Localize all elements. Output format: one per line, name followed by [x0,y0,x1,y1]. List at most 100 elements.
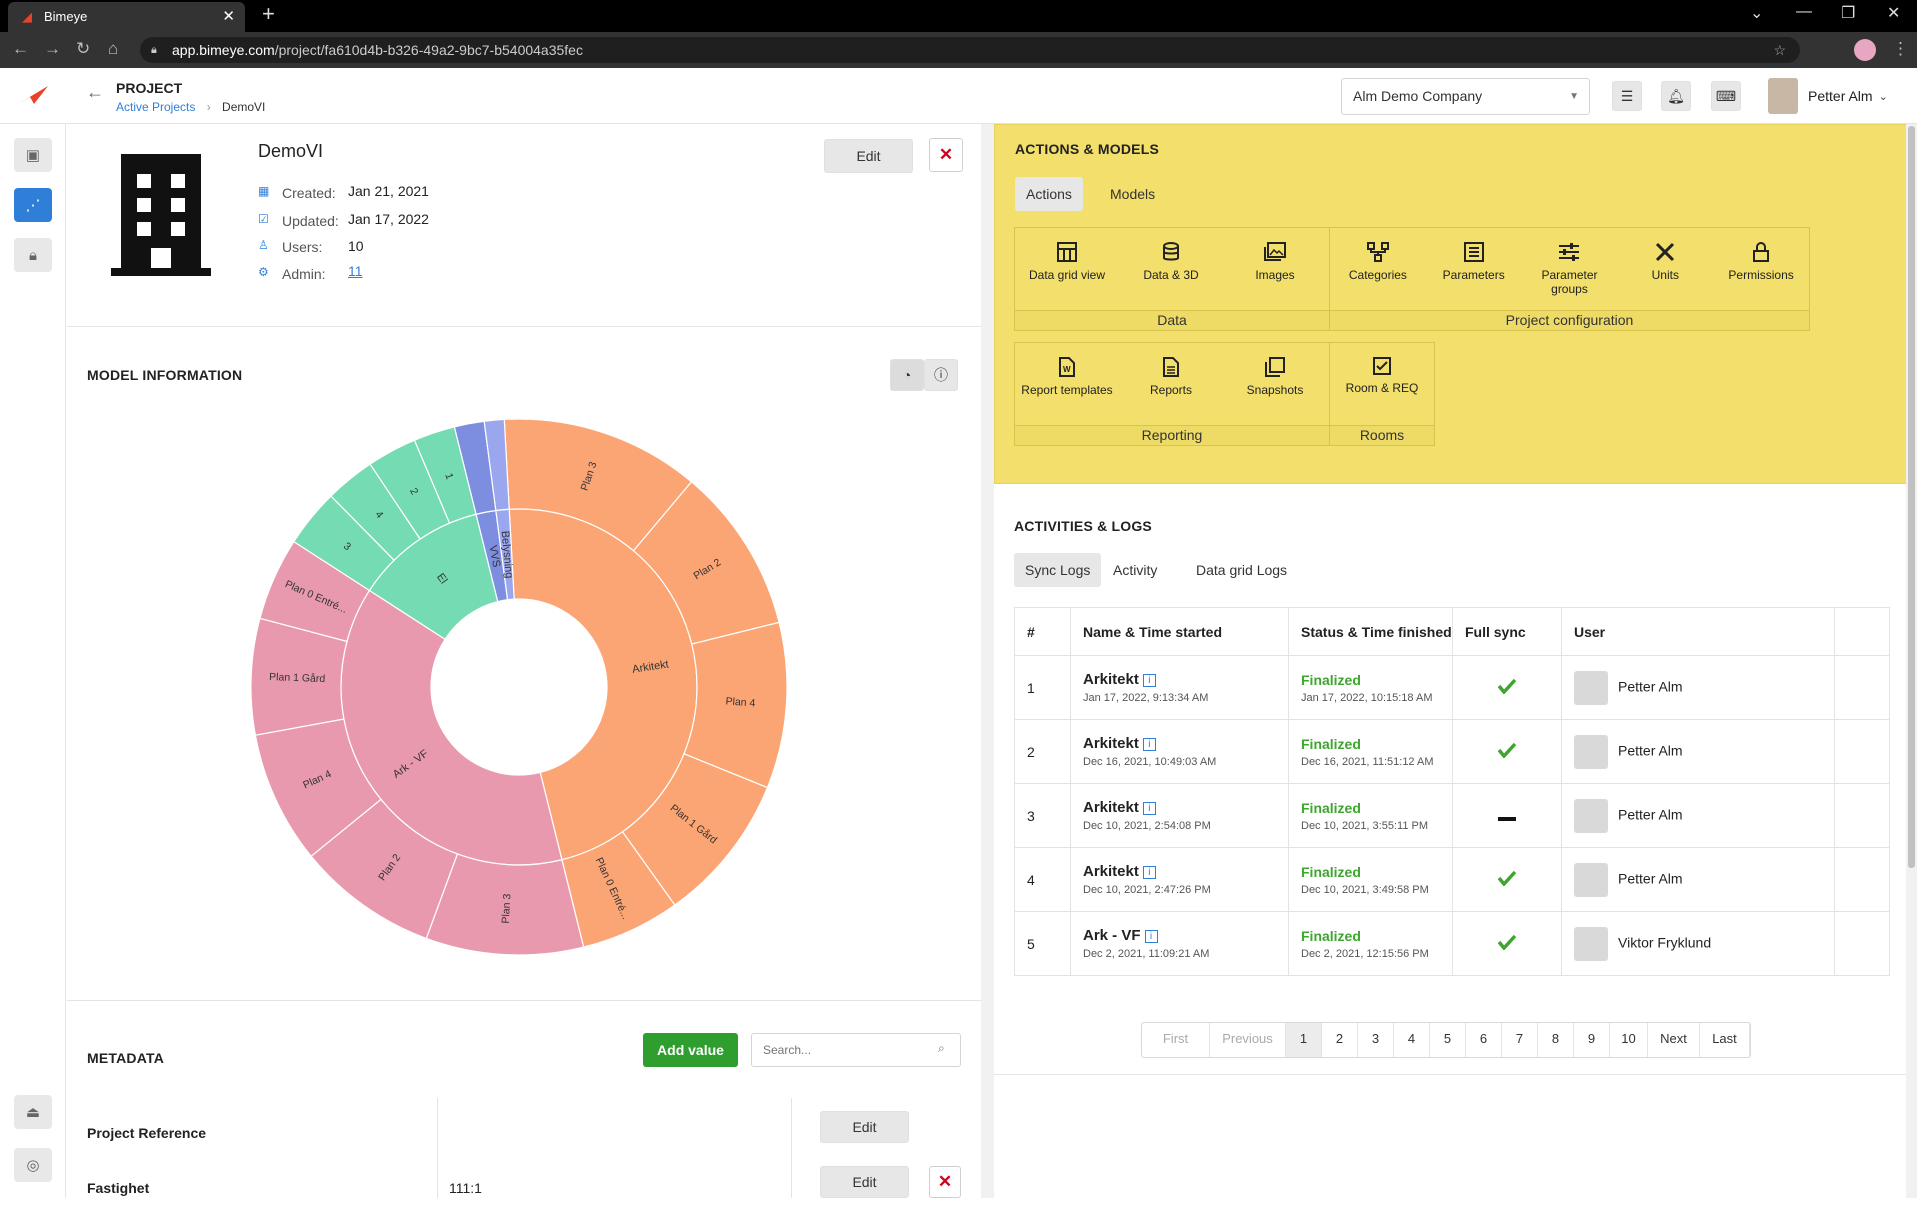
info-icon[interactable]: i [1144,930,1158,943]
new-tab-icon[interactable]: + [262,1,275,27]
info-view-button[interactable]: ⓘ [924,359,958,391]
categories-button[interactable]: Categories [1330,228,1426,310]
page-button[interactable]: Next [1648,1023,1700,1057]
page-button[interactable]: 4 [1394,1023,1430,1057]
info-icon[interactable]: i [1142,674,1156,687]
scrollbar-thumb[interactable] [1908,126,1915,868]
tab-search-icon[interactable]: ⌄ [1750,3,1763,23]
info-icon[interactable]: i [1142,866,1156,879]
parameters-button[interactable]: Parameters [1426,228,1522,310]
info-icon[interactable]: i [1142,738,1156,751]
company-select[interactable]: Alm Demo Company ▼ [1341,78,1590,115]
tab-actions[interactable]: Actions [1015,177,1083,211]
tab-sync-logs[interactable]: Sync Logs [1014,553,1102,587]
group-label: Rooms [1330,425,1434,445]
tab-activity[interactable]: Activity [1102,553,1168,587]
table-row[interactable]: 3 Arkitekt i Dec 10, 2021, 2:54:08 PM Finali… [1014,783,1890,848]
sync-name[interactable]: Arkitekt [1083,863,1139,880]
page-button[interactable]: 6 [1466,1023,1502,1057]
page-button[interactable]: 10 [1610,1023,1648,1057]
activities-logs-title: ACTIVITIES & LOGS [1014,518,1152,534]
reports-button[interactable]: Reports [1119,343,1223,425]
edit-metadata-button[interactable]: Edit [820,1166,909,1198]
table-row[interactable]: 1 Arkitekt i Jan 17, 2022, 9:13:34 AM Finali… [1014,655,1890,720]
list-icon [1463,242,1484,262]
data-grid-view-button[interactable]: Data grid view [1015,228,1119,310]
sidebar-network-button[interactable]: ⋰ [14,188,52,222]
back-arrow-icon[interactable]: ← [86,82,104,103]
restore-icon[interactable]: ❐ [1841,3,1855,23]
parameter-groups-button[interactable]: Parameter groups [1522,228,1618,310]
profile-avatar-icon[interactable] [1854,39,1876,61]
minimize-icon[interactable]: — [1796,3,1812,21]
chevron-down-icon: ▼ [1569,91,1579,102]
browser-menu-icon[interactable]: ⋮ [1892,39,1909,59]
tab-models[interactable]: Models [1099,177,1166,211]
page-button[interactable]: 2 [1322,1023,1358,1057]
browser-tab[interactable]: ◢ Bimeye ✕ [8,2,245,32]
row-number: 2 [1014,719,1071,784]
keyboard-button[interactable]: ⌨ [1711,81,1741,111]
snapshots-button[interactable]: Snapshots [1223,343,1327,425]
page-button[interactable]: 7 [1502,1023,1538,1057]
edit-project-button[interactable]: Edit [824,139,913,173]
units-button[interactable]: Units [1617,228,1713,310]
admin-link[interactable]: 11 [348,263,363,279]
page-button[interactable]: 8 [1538,1023,1574,1057]
status-badge: Finalized [1301,799,1361,816]
permissions-button[interactable]: Permissions [1713,228,1809,310]
metadata-search-input[interactable] [751,1033,961,1067]
page-button[interactable]: 3 [1358,1023,1394,1057]
page-button[interactable]: Last [1700,1023,1750,1057]
page-scrollbar[interactable] [1906,124,1917,1198]
calendar-check-icon: ☑ [258,212,269,226]
room-req-button[interactable]: Room & REQ [1330,343,1434,425]
table-row[interactable]: 4 Arkitekt i Dec 10, 2021, 2:47:26 PM Finali… [1014,847,1890,912]
edit-metadata-button[interactable]: Edit [820,1111,909,1143]
sync-name[interactable]: Ark - VF [1083,927,1141,944]
bookmark-star-icon[interactable]: ☆ [1773,37,1786,63]
check-icon [1497,870,1517,887]
table-row[interactable]: 2 Arkitekt i Dec 16, 2021, 10:49:03 AM Final… [1014,719,1890,784]
close-window-icon[interactable]: ✕ [1887,3,1900,23]
admin-icon: ⚙ [258,265,269,279]
url-input[interactable]: 🔒︎ app.bimeye.com/project/fa610d4b-b326-… [140,37,1800,63]
delete-metadata-button[interactable]: ✕ [929,1166,961,1198]
page-button[interactable]: First [1142,1023,1210,1057]
model-sunburst-chart[interactable]: ArkitektArk - VFElVVSBelysningPlan 3Plan… [249,417,789,957]
sync-name[interactable]: Arkitekt [1083,735,1139,752]
status-badge: Finalized [1301,671,1361,688]
user-menu[interactable]: Petter Alm ⌄ [1768,76,1888,116]
forward-icon[interactable]: → [44,39,61,59]
notifications-button[interactable]: 🔔︎ [1661,81,1691,111]
page-button[interactable]: 1 [1286,1023,1322,1057]
tab-data-grid-logs[interactable]: Data grid Logs [1185,553,1298,587]
sidebar-stamp-button[interactable]: ⏏ [14,1095,52,1129]
sidebar-help-button[interactable]: ◎ [14,1148,52,1182]
time-started: Jan 17, 2022, 9:13:34 AM [1083,692,1209,704]
add-value-button[interactable]: Add value [643,1033,738,1067]
home-icon[interactable]: ⌂ [108,39,118,59]
page-button[interactable]: 9 [1574,1023,1610,1057]
sidebar-projects-button[interactable]: ▣ [14,138,52,172]
report-templates-button[interactable]: W Report templates [1015,343,1119,425]
breadcrumb-active-projects[interactable]: Active Projects [116,100,195,114]
sidebar-lock-button[interactable]: 🔒︎ [14,238,52,272]
reload-icon[interactable]: ↻ [76,39,90,59]
breadcrumb-chevron-icon: › [206,100,211,114]
tile-label: Permissions [1728,268,1794,282]
chart-view-button[interactable]: ◔ [890,359,924,391]
data-3d-button[interactable]: Data & 3D [1119,228,1223,310]
delete-project-button[interactable]: ✕ [929,138,963,172]
page-button[interactable]: Previous [1210,1023,1286,1057]
close-tab-icon[interactable]: ✕ [222,2,235,32]
images-button[interactable]: Images [1223,228,1327,310]
page-button[interactable]: 5 [1430,1023,1466,1057]
info-icon[interactable]: i [1142,802,1156,815]
tasks-button[interactable]: ☰ [1612,81,1642,111]
table-row[interactable]: 5 Ark - VF i Dec 2, 2021, 11:09:21 AM Finali… [1014,911,1890,976]
sync-name[interactable]: Arkitekt [1083,799,1139,816]
bimeye-logo-icon[interactable] [16,84,50,106]
back-icon[interactable]: ← [12,39,29,59]
sync-name[interactable]: Arkitekt [1083,671,1139,688]
